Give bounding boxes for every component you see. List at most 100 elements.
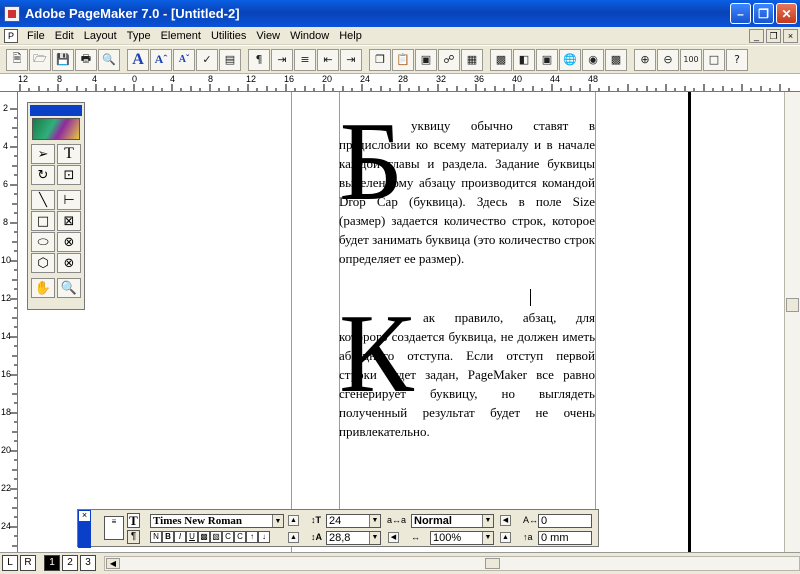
increase-indent-icon[interactable]: ⇥ [340,48,362,71]
zoom-in-icon[interactable]: ⊕ [634,48,656,71]
toolbox-title-bar[interactable] [30,105,82,116]
style-caps-button[interactable]: C [222,531,234,543]
link-icon[interactable]: ☍ [438,48,460,71]
line-tool-icon[interactable]: ╲ [31,190,55,210]
character-mode-icon[interactable]: T [127,513,140,528]
master-right-page[interactable]: R [20,555,36,571]
kern-field[interactable]: 0 [538,514,592,528]
text-tool-icon[interactable]: T [57,144,81,164]
paste-icon[interactable]: 📋 [392,48,414,71]
menu-help[interactable]: Help [334,30,367,42]
doc-minimize-button[interactable]: _ [749,28,764,43]
place-icon[interactable]: ◧ [513,48,535,71]
vertical-scrollbar[interactable] [784,92,800,552]
font-icon[interactable]: A [127,48,149,71]
horizontal-scroll-thumb[interactable] [485,558,500,569]
color-icon[interactable]: ◉ [582,48,604,71]
page-1[interactable]: 1 [44,555,60,571]
zoom-tool-icon[interactable]: 🔍 [57,278,81,298]
spelling-icon[interactable]: ✓ [196,48,218,71]
menu-layout[interactable]: Layout [79,30,122,42]
polygon-tool-icon[interactable]: ⬡ [31,253,55,273]
rectangle-tool-icon[interactable]: □ [31,211,55,231]
leading-field[interactable]: 28,8 ▼ [326,531,381,545]
superscript-button[interactable]: ↑ [246,531,258,543]
edit-story-icon[interactable]: ▤ [219,48,241,71]
globe-icon[interactable]: 🌐 [559,48,581,71]
menu-window[interactable]: Window [285,30,334,42]
style-normal-button[interactable]: N [150,531,162,543]
style-bold-button[interactable]: B [162,531,174,543]
page-3[interactable]: 3 [80,555,96,571]
actual-size-icon[interactable]: 100 [680,48,702,71]
baseline-shift-field[interactable]: 0 mm [538,531,592,545]
constrained-line-tool-icon[interactable]: ⊢ [57,190,81,210]
paragraph-icon[interactable]: ¶ [248,48,270,71]
restore-button[interactable]: ❐ [753,3,774,24]
doc-close-button[interactable]: × [783,28,798,43]
print-icon[interactable]: 🖶 [75,48,97,71]
menu-element[interactable]: Element [156,30,206,42]
size-nudge-icon[interactable]: ▲ [288,515,299,526]
rotate-tool-icon[interactable]: ↻ [31,165,55,185]
style-underline-button[interactable]: U [186,531,198,543]
apply-icon[interactable]: ≡ [104,516,124,540]
close-button[interactable]: ✕ [776,3,797,24]
width-nudge-icon[interactable]: ◀ [388,532,399,543]
style-shadow-button[interactable]: ▧ [210,531,222,543]
new-icon[interactable]: 🗎 [6,48,28,71]
font-larger-icon[interactable]: Aˆ [150,48,172,71]
open-icon[interactable]: 🗁 [29,48,51,71]
menu-file[interactable]: File [22,30,50,42]
pointer-tool-icon[interactable]: ➢ [31,144,55,164]
paragraph-2[interactable]: ак правило, абзац, для которого создаетс… [339,308,595,441]
help-icon[interactable]: ? [726,48,748,71]
bullets-icon[interactable]: ≡ [294,48,316,71]
grid-icon[interactable]: ▦ [461,48,483,71]
control-close-icon[interactable]: × [79,511,90,521]
leading-nudge-icon[interactable]: ▲ [288,532,299,543]
master-left-page[interactable]: L [2,555,18,571]
vertical-ruler[interactable]: 2 4 6 8 10 12 14 16 18 20 22 24 [0,92,18,552]
doc-restore-button[interactable]: ❐ [766,28,781,43]
width-field[interactable]: 100% ▼ [430,531,494,545]
font-smaller-icon[interactable]: Aˇ [173,48,195,71]
horizontal-scrollbar[interactable]: ◀ [104,556,800,571]
rectangle-frame-tool-icon[interactable]: ⊠ [57,211,81,231]
save-icon[interactable]: 💾 [52,48,74,71]
kern-nudge-icon[interactable]: ◀ [500,515,511,526]
app-icon[interactable] [4,5,20,22]
shift-nudge-icon[interactable]: ▲ [500,532,511,543]
horizontal-ruler[interactable]: 12 8 4 0 4 8 12 16 20 24 28 32 36 40 44 … [0,74,800,92]
vertical-scroll-thumb[interactable] [786,298,799,312]
fit-page-icon[interactable]: □ [703,48,725,71]
minimize-button[interactable]: – [730,3,751,24]
pdf-icon[interactable]: ▩ [605,48,627,71]
copy-icon[interactable]: ❐ [369,48,391,71]
subscript-button[interactable]: ↓ [258,531,270,543]
scroll-left-icon[interactable]: ◀ [106,558,120,569]
indent-icon[interactable]: ⇥ [271,48,293,71]
crop-tool-icon[interactable]: ⊡ [57,165,81,185]
frame-icon[interactable]: ▣ [415,48,437,71]
font-select[interactable]: Times New Roman ▼ [150,514,284,528]
paragraph-1[interactable]: уквицу обычно ставят в предисловии ко вс… [339,116,595,268]
style-small-caps-button[interactable]: C [234,531,246,543]
page-2[interactable]: 2 [62,555,78,571]
ellipse-frame-tool-icon[interactable]: ⊗ [57,232,81,252]
menu-utilities[interactable]: Utilities [206,30,251,42]
style-select[interactable]: Normal ▼ [411,514,494,528]
style-outline-button[interactable]: ▩ [198,531,210,543]
document-icon[interactable]: P [4,28,18,43]
style-italic-button[interactable]: I [174,531,186,543]
polygon-frame-tool-icon[interactable]: ⊗ [57,253,81,273]
find-icon[interactable]: 🔍 [98,48,120,71]
picture-icon[interactable]: ▣ [536,48,558,71]
paragraph-mode-icon[interactable]: ¶ [127,530,140,544]
menu-view[interactable]: View [251,30,285,42]
zoom-out-icon[interactable]: ⊖ [657,48,679,71]
decrease-indent-icon[interactable]: ⇤ [317,48,339,71]
ellipse-tool-icon[interactable]: ⬭ [31,232,55,252]
size-field[interactable]: 24 ▼ [326,514,381,528]
menu-type[interactable]: Type [122,30,156,42]
